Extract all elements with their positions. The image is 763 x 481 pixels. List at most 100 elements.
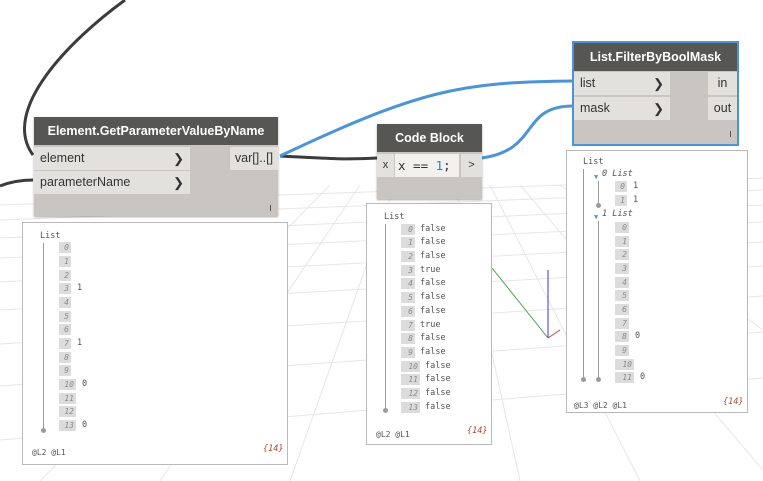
- list-index: 12: [401, 388, 420, 399]
- list-value: false: [420, 251, 446, 261]
- list-index: 6: [59, 324, 71, 335]
- list-value: false: [420, 237, 446, 247]
- list-index: 11: [401, 374, 420, 385]
- list-count: {14}: [723, 397, 744, 407]
- input-port-x[interactable]: x: [377, 154, 394, 177]
- port-label: x: [382, 159, 389, 171]
- graph-canvas[interactable]: Element.GetParameterValueByName element …: [0, 0, 763, 481]
- preview-filter-by-bool-mask[interactable]: List ▼ 0 List 0 1 1 1 ▼ 1 List 0 1 2 3 4…: [566, 150, 748, 413]
- port-label: var[]..[]: [234, 151, 274, 165]
- list-value: 1: [633, 181, 639, 191]
- list-index: 1: [59, 256, 71, 267]
- input-port-list[interactable]: list ❯: [574, 72, 670, 95]
- list-index: 5: [401, 292, 415, 303]
- code-editor[interactable]: x == 1;: [395, 154, 459, 177]
- list-index: 5: [59, 311, 71, 322]
- tree-end-dot: [383, 408, 388, 413]
- wire-parametername-in[interactable]: [0, 178, 34, 188]
- tree-line: [598, 181, 599, 203]
- chevron-right-icon: ❯: [653, 76, 664, 91]
- list-index: 13: [59, 420, 76, 431]
- list-index: 7: [401, 320, 415, 331]
- list-index: 5: [615, 290, 629, 301]
- output-port-in[interactable]: in: [708, 72, 737, 95]
- port-label: element: [40, 151, 85, 165]
- node-get-parameter-value-by-name[interactable]: Element.GetParameterValueByName element …: [34, 117, 278, 216]
- port-label: out: [713, 101, 732, 115]
- list-index: 3: [401, 265, 415, 276]
- collapse-toggle-icon[interactable]: ▼: [594, 173, 598, 181]
- preview-code-block[interactable]: List 0 false 1 false 2 false 3 true 4 fa…: [366, 203, 492, 445]
- list-value: false: [420, 306, 446, 316]
- port-label: list: [580, 76, 596, 90]
- list-index: 3: [59, 283, 71, 294]
- preview-get-parameter[interactable]: List 0 1 2 3 1 4 5 6 7 1 8 9 10 0 11 12 …: [22, 222, 288, 465]
- list-index: 1: [615, 236, 629, 247]
- list-index: 13: [401, 402, 420, 413]
- tree-end-dot: [581, 377, 586, 382]
- wire-getparam-to-code[interactable]: [279, 154, 379, 161]
- list-index: 9: [401, 347, 415, 358]
- list-index: 1: [615, 195, 627, 206]
- list-value: 0: [82, 379, 88, 389]
- sublist-label: 1 List: [602, 209, 633, 219]
- input-port-mask[interactable]: mask ❯: [574, 97, 670, 120]
- list-index: 0: [401, 224, 415, 235]
- list-index: 8: [615, 331, 629, 342]
- list-value: false: [420, 292, 446, 302]
- list-value: 0: [82, 420, 88, 430]
- list-value: 0: [640, 372, 646, 382]
- preview-list-title: List: [384, 212, 405, 222]
- list-index: 2: [59, 270, 71, 281]
- input-port-parametername[interactable]: parameterName ❯: [34, 171, 190, 194]
- output-port[interactable]: >: [461, 154, 482, 177]
- list-index: 7: [59, 338, 71, 349]
- port-label: in: [717, 76, 728, 90]
- list-index: 11: [615, 372, 634, 383]
- list-index: 10: [615, 359, 634, 370]
- list-index: 4: [59, 297, 71, 308]
- tree-line: [385, 224, 386, 408]
- list-levels: @L3 @L2 @L1: [574, 401, 627, 410]
- collapse-toggle-icon[interactable]: ▼: [594, 213, 598, 221]
- list-index: 6: [401, 306, 415, 317]
- list-index: 0: [615, 181, 627, 192]
- list-value: false: [425, 388, 451, 398]
- list-index: 9: [59, 365, 71, 376]
- list-index: 6: [615, 304, 629, 315]
- output-port-var[interactable]: var[]..[]: [230, 147, 278, 170]
- list-index: 3: [615, 263, 629, 274]
- node-title: List.FilterByBoolMask: [574, 43, 737, 71]
- list-levels: @L2 @L1: [32, 448, 66, 457]
- resize-grip[interactable]: [730, 131, 731, 137]
- list-index: 12: [59, 406, 76, 417]
- tree-line: [598, 221, 599, 377]
- list-index: 10: [401, 361, 420, 372]
- list-index: 4: [615, 277, 629, 288]
- list-value: false: [425, 402, 451, 412]
- list-index: 2: [615, 249, 629, 260]
- input-port-element[interactable]: element ❯: [34, 147, 190, 170]
- list-index: 8: [401, 333, 415, 344]
- wire-code-to-mask[interactable]: [481, 104, 574, 160]
- list-value: true: [420, 265, 441, 275]
- tree-line: [583, 169, 584, 377]
- list-value: 0: [635, 331, 641, 341]
- port-label: parameterName: [40, 175, 131, 189]
- tree-end-dot: [596, 377, 601, 382]
- chevron-right-icon: ❯: [173, 175, 184, 190]
- node-code-block[interactable]: Code Block x x == 1; >: [377, 124, 482, 199]
- list-index: 11: [59, 393, 76, 404]
- code-terminator: ;: [443, 158, 451, 173]
- output-port-out[interactable]: out: [708, 97, 737, 120]
- node-list-filter-by-bool-mask[interactable]: List.FilterByBoolMask list ❯ mask ❯ in o…: [572, 41, 739, 146]
- resize-grip[interactable]: [270, 205, 271, 211]
- list-value: true: [420, 320, 441, 330]
- chevron-right-icon: ❯: [173, 151, 184, 166]
- node-title: Code Block: [377, 124, 482, 152]
- list-value: false: [420, 278, 446, 288]
- list-index: 2: [401, 251, 415, 262]
- list-value: 1: [633, 195, 639, 205]
- list-value: false: [420, 333, 446, 343]
- list-index: 7: [615, 318, 629, 329]
